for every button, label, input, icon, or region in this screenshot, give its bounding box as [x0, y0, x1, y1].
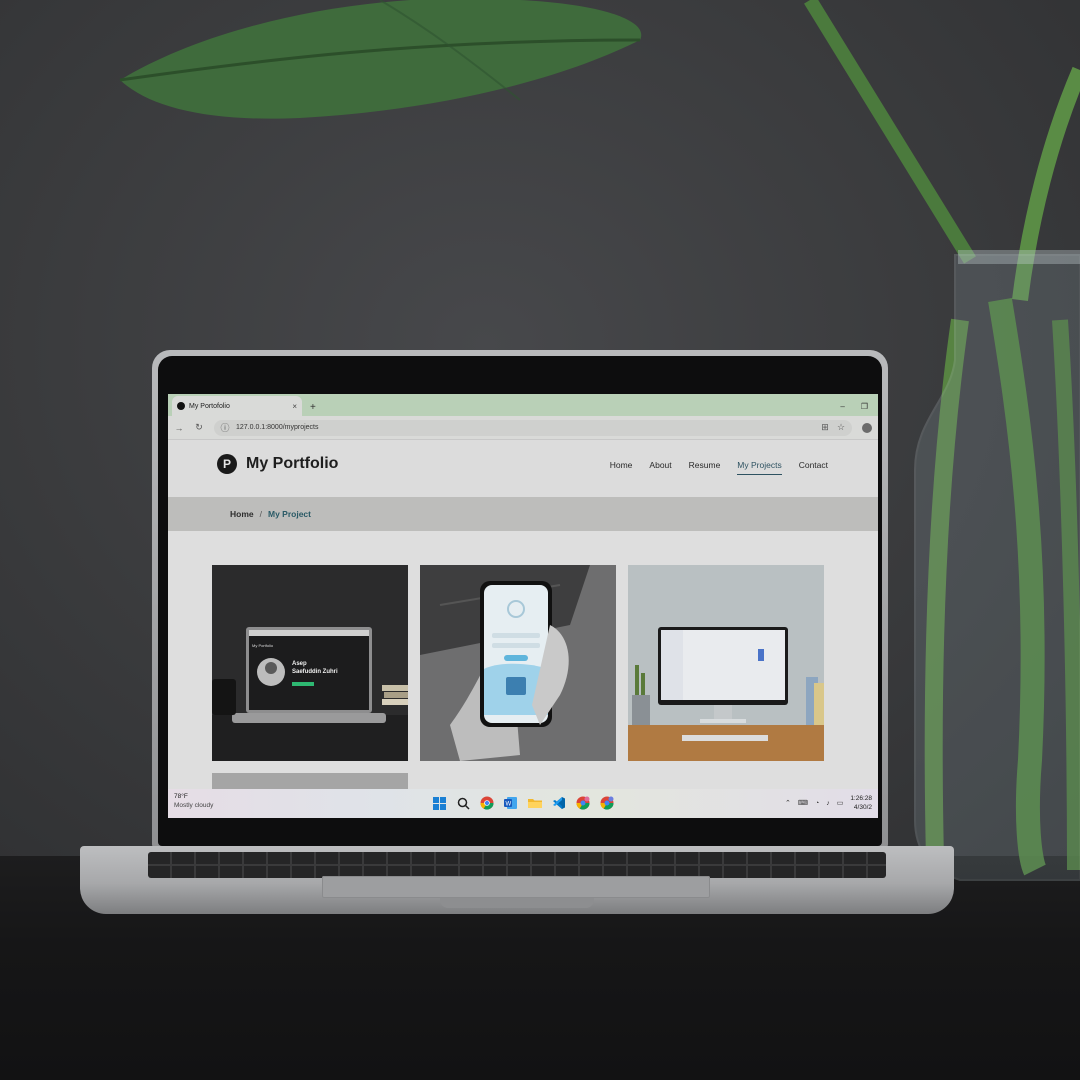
window-controls: – ❐	[840, 402, 868, 411]
word-icon[interactable]: W	[503, 795, 519, 811]
chrome-icon[interactable]	[479, 795, 495, 811]
laptop-screen: My Portofolio × + – ❐ → ↻ ⓘ 127.0.0.1:80…	[168, 394, 878, 818]
clock-date: 4/30/2	[853, 804, 872, 811]
address-bar[interactable]: ⓘ 127.0.0.1:8000/myprojects ⊞ ☆	[214, 419, 852, 436]
chevron-up-icon[interactable]: ⌃	[785, 799, 791, 807]
project-thumbnail-laptop: My Portfolio Asep Saefuddin Zuhri	[212, 565, 408, 761]
laptop-notch	[440, 898, 594, 908]
nav-my-projects[interactable]: My Projects	[737, 460, 783, 475]
browser-tab-bar: My Portofolio × + – ❐	[168, 394, 878, 416]
weather-widget[interactable]: 78°F Mostly cloudy	[174, 793, 213, 809]
projects-grid: My Portfolio Asep Saefuddin Zuhri	[168, 531, 878, 793]
taskbar-apps: W	[431, 795, 615, 811]
project-card-dashboard[interactable]	[628, 565, 824, 761]
svg-text:W: W	[506, 802, 512, 808]
project-card-portfolio[interactable]: My Portfolio Asep Saefuddin Zuhri	[212, 565, 408, 761]
breadcrumb-separator: /	[259, 509, 262, 519]
breadcrumb-current: My Project	[268, 509, 311, 519]
project-thumbnail-phone	[420, 565, 616, 761]
bookmark-star-icon[interactable]: ☆	[836, 422, 846, 433]
clock-time: 1:26:28	[850, 795, 872, 802]
forward-icon[interactable]: →	[174, 423, 184, 433]
nav-contact[interactable]: Contact	[799, 460, 828, 470]
windows-taskbar: 78°F Mostly cloudy W ⌃ ⌨ ◔ ♪ ▭ 1:26:28 4…	[168, 789, 878, 818]
url-text[interactable]: 127.0.0.1:8000/myprojects	[236, 424, 814, 431]
new-tab-button[interactable]: +	[310, 402, 316, 413]
nav-resume[interactable]: Resume	[689, 460, 721, 470]
profile-avatar-icon[interactable]	[862, 422, 872, 433]
search-icon[interactable]	[455, 795, 471, 811]
laptop-keyboard	[148, 852, 886, 878]
nav-home[interactable]: Home	[610, 460, 633, 470]
laptop-trackpad	[322, 876, 710, 898]
file-explorer-icon[interactable]	[527, 795, 543, 811]
keyboard-icon[interactable]: ⌨	[798, 799, 808, 807]
site-header: P My Portfolio Home About Resume My Proj…	[168, 440, 878, 496]
battery-icon[interactable]: ▭	[837, 799, 844, 807]
tab-title: My Portofolio	[189, 402, 230, 410]
reload-icon[interactable]: ↻	[194, 422, 204, 433]
main-nav: Home About Resume My Projects Contact	[610, 460, 828, 475]
translate-icon[interactable]: ⊞	[820, 422, 830, 433]
wifi-icon[interactable]: ◔	[815, 800, 819, 807]
breadcrumb: Home / My Project	[168, 497, 878, 531]
volume-icon[interactable]: ♪	[826, 800, 830, 807]
windows-start-icon[interactable]	[431, 795, 447, 811]
tab-favicon-icon	[177, 402, 185, 410]
restore-icon[interactable]: ❐	[861, 402, 868, 411]
thumb-name-line2: Saefuddin Zuhri	[292, 669, 338, 675]
system-tray: ⌃ ⌨ ◔ ♪ ▭ 1:26:28 4/30/2	[785, 794, 872, 812]
weather-temperature: 78°F	[174, 793, 188, 800]
browser-toolbar: → ↻ ⓘ 127.0.0.1:8000/myprojects ⊞ ☆	[168, 416, 878, 440]
minimize-icon[interactable]: –	[840, 402, 844, 411]
weather-description: Mostly cloudy	[174, 802, 214, 809]
project-thumbnail-desktop	[628, 565, 824, 761]
breadcrumb-home-link[interactable]: Home	[230, 509, 254, 519]
project-card-mobile-app[interactable]	[420, 565, 616, 761]
vscode-icon[interactable]	[551, 795, 567, 811]
thumb-name-line1: Asep	[292, 661, 307, 667]
browser-tab[interactable]: My Portofolio ×	[172, 396, 302, 416]
nav-about[interactable]: About	[649, 460, 671, 470]
tab-close-icon[interactable]: ×	[292, 402, 297, 411]
taskbar-clock[interactable]: 1:26:28 4/30/2	[850, 794, 872, 812]
logo-icon[interactable]: P	[217, 454, 237, 474]
chrome-profile-icon[interactable]	[575, 795, 591, 811]
site-info-icon[interactable]: ⓘ	[220, 421, 230, 434]
chrome-profile-2-icon[interactable]	[599, 795, 615, 811]
site-title[interactable]: My Portfolio	[246, 455, 338, 473]
thumb-screen-title: My Portfolio	[252, 643, 274, 648]
